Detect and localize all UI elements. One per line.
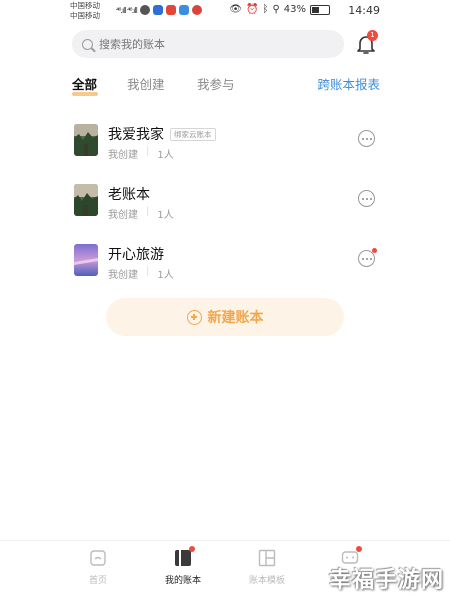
- ledger-name: 我爱我家 绑家云账本: [108, 124, 216, 144]
- alarm-icon: ⏰: [245, 4, 259, 15]
- app-notify-icon: [191, 5, 202, 15]
- tab-active-indicator: [72, 92, 98, 96]
- carrier-label-1: 中国移动: [70, 1, 100, 10]
- ledger-cover-image: [74, 244, 98, 276]
- more-options-button[interactable]: [358, 248, 377, 267]
- meta-divider: |: [146, 266, 150, 277]
- ledger-owner: 我创建: [108, 210, 138, 221]
- more-options-button[interactable]: [358, 130, 375, 147]
- eye-icon: 👁: [229, 4, 242, 15]
- create-ledger-label: 新建账本: [207, 310, 264, 326]
- status-app-icons: ⁴⁶.ıll ⁴⁶.ıll: [116, 5, 202, 15]
- create-ledger-button[interactable]: 新建账本: [106, 298, 344, 336]
- more-icon: [361, 257, 364, 260]
- more-options-button[interactable]: [358, 190, 375, 207]
- ledger-meta: 我创建 | 1人: [108, 206, 174, 221]
- ledger-item[interactable]: 我爱我家 绑家云账本 我创建 | 1人: [72, 124, 380, 168]
- nav-badge: [356, 546, 362, 552]
- watermark: 幸福手游网: [328, 568, 444, 593]
- ledger-title: 老账本: [108, 187, 150, 203]
- app-notify-icon: [165, 5, 176, 15]
- notification-badge: 1: [367, 30, 378, 41]
- more-icon-dot: [365, 257, 368, 260]
- battery-level: [312, 6, 319, 13]
- tab-all[interactable]: 全部: [72, 74, 98, 96]
- more-icon-dot: [365, 197, 368, 200]
- home-icon: [89, 549, 107, 567]
- ledger-item[interactable]: 老账本 我创建 | 1人: [72, 184, 380, 228]
- cross-ledger-report-link[interactable]: 跨账本报表: [317, 74, 380, 93]
- ledger-name: 老账本: [108, 184, 150, 204]
- app-notify-icon: [152, 5, 163, 15]
- more-icon-dot: [369, 137, 372, 140]
- nav-home[interactable]: 首页: [68, 549, 128, 586]
- bluetooth-icon: ᛒ: [262, 4, 269, 15]
- ledger-title: 我爱我家: [108, 127, 164, 143]
- nav-templates-label: 账本模板: [248, 576, 285, 586]
- template-icon: [258, 549, 276, 567]
- more-icon-dot: [369, 197, 372, 200]
- nav-templates[interactable]: 账本模板: [237, 549, 297, 586]
- carrier-label-2: 中国移动: [70, 11, 100, 20]
- battery-icon: [310, 4, 330, 15]
- status-system-icons: 👁 ⏰ ᛒ ⚲ 43%: [229, 4, 330, 15]
- carrier-info: 中国移动 中国移动: [70, 1, 100, 21]
- ledger-cover-image: [74, 124, 98, 156]
- ledger-owner: 我创建: [108, 270, 138, 281]
- status-bar: 中国移动 中国移动 ⁴⁶.ıll ⁴⁶.ıll 👁 ⏰ ᛒ ⚲ 43% 14:4…: [0, 0, 450, 24]
- search-bar[interactable]: [72, 30, 344, 58]
- ledger-owner: 我创建: [108, 150, 138, 161]
- more-icon: [361, 197, 364, 200]
- ledger-members: 1人: [157, 150, 174, 161]
- meta-divider: |: [146, 206, 150, 217]
- nav-badge: [189, 546, 195, 552]
- ledger-cover-image: [74, 184, 98, 216]
- notification-button[interactable]: 1: [356, 30, 378, 55]
- clock: 14:49: [348, 4, 380, 17]
- ledger-members: 1人: [157, 270, 174, 281]
- location-icon: ⚲: [272, 4, 280, 15]
- app-notify-icon: [139, 5, 150, 15]
- signal-icon: ⁴⁶.ıll ⁴⁶.ıll: [116, 5, 138, 15]
- nav-home-label: 首页: [88, 576, 107, 586]
- tab-joined[interactable]: 我参与: [197, 74, 235, 93]
- ledger-name: 开心旅游: [108, 244, 164, 264]
- ledger-tabs: 全部 我创建 我参与 跨账本报表: [72, 74, 380, 98]
- more-icon: [361, 137, 364, 140]
- plus-circle-icon: [186, 309, 202, 325]
- battery-percent: 43%: [283, 4, 306, 15]
- app-notify-icon: [178, 5, 189, 15]
- more-icon-dot: [365, 137, 368, 140]
- nav-my-ledgers-label: 我的账本: [164, 576, 201, 586]
- meta-divider: |: [146, 146, 150, 157]
- ledger-item[interactable]: 开心旅游 我创建 | 1人: [72, 244, 380, 288]
- ledger-title: 开心旅游: [108, 247, 164, 263]
- nav-my-ledgers[interactable]: 我的账本: [153, 546, 213, 586]
- ledger-icon: [174, 546, 195, 567]
- ledger-tag: 绑家云账本: [170, 127, 216, 141]
- more-icon-dot: [369, 257, 372, 260]
- ledger-members: 1人: [157, 210, 174, 221]
- search-icon: [82, 38, 93, 50]
- tab-all-label: 全部: [72, 77, 98, 92]
- update-badge: [372, 248, 377, 253]
- ledger-meta: 我创建 | 1人: [108, 146, 174, 161]
- tab-created[interactable]: 我创建: [127, 74, 165, 93]
- ledger-meta: 我创建 | 1人: [108, 266, 174, 281]
- search-input[interactable]: [99, 37, 319, 51]
